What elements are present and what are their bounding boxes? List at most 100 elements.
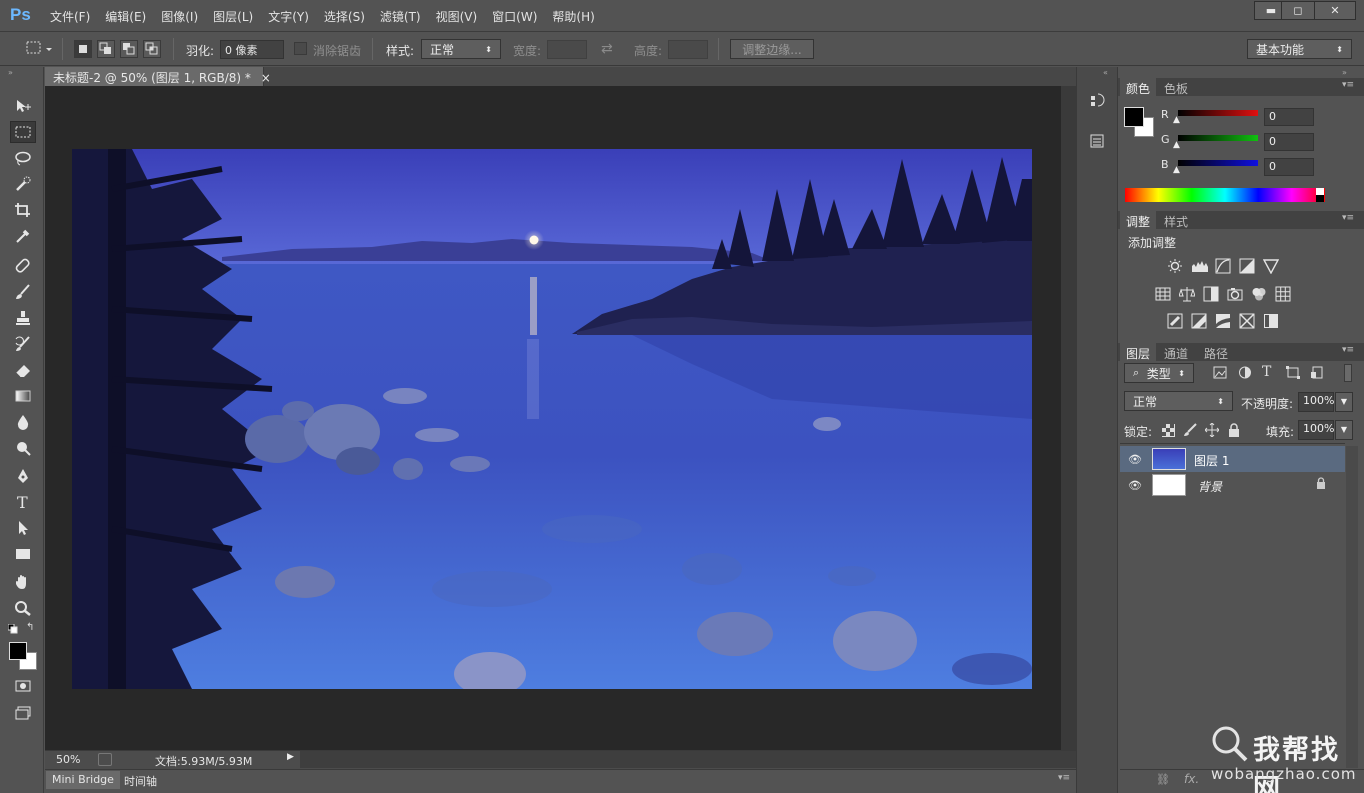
menu-edit[interactable]: 编辑(E) — [105, 8, 146, 25]
lock-transparent-icon[interactable] — [1162, 424, 1175, 437]
tab-channels[interactable]: 通道 — [1158, 343, 1194, 361]
screen-mode-icon[interactable] — [10, 702, 36, 724]
collapse-icon[interactable]: « — [1103, 68, 1108, 77]
quick-mask-icon[interactable] — [10, 675, 36, 697]
collapse-icon[interactable]: » — [8, 68, 13, 77]
horizontal-scrollbar[interactable] — [300, 751, 1076, 768]
maximize-button[interactable]: ◻ — [1281, 1, 1315, 20]
selective-color-icon[interactable] — [1263, 313, 1279, 329]
visibility-eye-icon[interactable]: 👁 — [1128, 479, 1142, 492]
blue-value-input[interactable]: 0 — [1264, 158, 1314, 176]
slider-thumb-icon[interactable]: ▲ — [1173, 165, 1180, 175]
menu-file[interactable]: 文件(F) — [50, 8, 90, 25]
filter-adjustment-icon[interactable] — [1238, 366, 1252, 379]
path-selection-tool-icon[interactable] — [10, 517, 36, 539]
black-swatch[interactable] — [1316, 195, 1324, 202]
width-input[interactable] — [547, 40, 587, 59]
vibrance-icon[interactable] — [1263, 258, 1279, 274]
filter-type-icon[interactable]: T — [1262, 364, 1271, 380]
new-selection-icon[interactable] — [74, 40, 92, 58]
visibility-eye-icon[interactable]: 👁 — [1128, 453, 1142, 466]
dodge-tool-icon[interactable] — [10, 437, 36, 459]
filter-smart-object-icon[interactable] — [1310, 366, 1324, 379]
invert-icon[interactable] — [1167, 313, 1183, 329]
history-panel-icon[interactable] — [1088, 92, 1108, 110]
panel-menu-icon[interactable]: ▾≡ — [1342, 80, 1354, 90]
panel-menu-icon[interactable]: ▾≡ — [1342, 213, 1354, 223]
rectangle-tool-icon[interactable] — [10, 543, 36, 565]
marquee-preset-icon[interactable] — [26, 40, 54, 56]
fill-input[interactable]: 100% — [1298, 420, 1334, 440]
workspace-dropdown[interactable]: 基本功能 ⬍ — [1247, 39, 1352, 59]
default-colors-icon[interactable] — [8, 624, 18, 634]
crop-tool-icon[interactable] — [10, 199, 36, 221]
filter-shape-icon[interactable] — [1286, 366, 1300, 379]
gradient-map-icon[interactable] — [1239, 313, 1255, 329]
height-input[interactable] — [668, 40, 708, 59]
menu-layer[interactable]: 图层(L) — [213, 8, 253, 25]
color-spectrum-ramp[interactable] — [1125, 188, 1325, 202]
tab-styles[interactable]: 样式 — [1158, 211, 1194, 229]
feather-input[interactable]: 0 像素 — [220, 40, 284, 59]
link-layers-icon[interactable]: ⛓ — [1156, 773, 1170, 786]
quick-selection-tool-icon[interactable] — [10, 173, 36, 195]
slider-thumb-icon[interactable]: ▲ — [1173, 140, 1180, 150]
clone-stamp-tool-icon[interactable] — [10, 307, 36, 329]
panel-menu-icon[interactable]: ▾≡ — [1058, 773, 1070, 783]
lock-pixels-icon[interactable] — [1183, 423, 1197, 437]
layer-row-background[interactable]: 👁 背景 — [1120, 472, 1345, 498]
red-slider[interactable] — [1178, 110, 1258, 116]
curves-icon[interactable] — [1215, 258, 1231, 274]
tab-adjustments[interactable]: 调整 — [1120, 211, 1157, 229]
document-tab[interactable]: 未标题-2 @ 50% (图层 1, RGB/8) * × — [45, 67, 271, 86]
pen-tool-icon[interactable] — [10, 465, 36, 487]
collapse-icon[interactable]: » — [1342, 68, 1347, 77]
blue-slider[interactable] — [1178, 160, 1258, 166]
close-button[interactable]: ✕ — [1314, 1, 1356, 20]
add-to-selection-icon[interactable] — [97, 40, 115, 58]
foreground-color-swatch[interactable] — [9, 642, 27, 660]
healing-brush-tool-icon[interactable] — [10, 255, 36, 277]
layer-style-icon[interactable]: fx. — [1184, 772, 1199, 786]
intersect-selection-icon[interactable] — [143, 40, 161, 58]
photoshop-logo[interactable]: Ps — [10, 5, 31, 25]
levels-icon[interactable] — [1191, 258, 1209, 274]
eyedropper-tool-icon[interactable] — [10, 225, 36, 247]
refine-edge-button[interactable]: 调整边缘... — [730, 39, 814, 59]
white-swatch[interactable] — [1316, 188, 1324, 195]
opacity-input[interactable]: 100% — [1298, 392, 1334, 412]
posterize-icon[interactable] — [1191, 313, 1207, 329]
blur-tool-icon[interactable] — [10, 411, 36, 433]
hand-tool-icon[interactable] — [10, 571, 36, 593]
opacity-chevron-icon[interactable]: ▼ — [1335, 392, 1353, 412]
canvas-image[interactable] — [72, 149, 1032, 689]
black-white-icon[interactable] — [1203, 286, 1219, 302]
green-value-input[interactable]: 0 — [1264, 133, 1314, 151]
gradient-tool-icon[interactable] — [10, 385, 36, 407]
red-value-input[interactable]: 0 — [1264, 108, 1314, 126]
style-dropdown[interactable]: 正常 ⬍ — [421, 39, 501, 59]
tab-swatches[interactable]: 色板 — [1158, 78, 1194, 96]
lasso-tool-icon[interactable] — [10, 147, 36, 169]
foreground-color-swatch[interactable] — [1124, 107, 1144, 127]
filter-toggle[interactable] — [1344, 364, 1352, 382]
menu-select[interactable]: 选择(S) — [324, 8, 365, 25]
menu-filter[interactable]: 滤镜(T) — [380, 8, 421, 25]
antialias-checkbox[interactable] — [294, 42, 307, 55]
layers-scrollbar[interactable] — [1346, 446, 1358, 768]
menu-image[interactable]: 图像(I) — [161, 8, 198, 25]
threshold-icon[interactable] — [1215, 313, 1231, 329]
properties-panel-icon[interactable] — [1088, 132, 1108, 150]
layer-filter-dropdown[interactable]: ⌕ 类型 ⬍ — [1124, 363, 1194, 383]
slider-thumb-icon[interactable]: ▲ — [1173, 115, 1180, 125]
type-tool-icon[interactable]: T — [10, 491, 36, 513]
layer-row-layer-1[interactable]: 👁 图层 1 — [1120, 446, 1345, 472]
tab-timeline[interactable]: 时间轴 — [118, 771, 163, 789]
zoom-level[interactable]: 50% — [56, 753, 80, 766]
move-tool-icon[interactable] — [10, 95, 36, 117]
fill-chevron-icon[interactable]: ▼ — [1335, 420, 1353, 440]
exposure-icon[interactable] — [1239, 258, 1255, 274]
filter-pixel-icon[interactable] — [1213, 366, 1227, 379]
status-menu-arrow-icon[interactable]: ▶ — [287, 752, 299, 767]
layer-name[interactable]: 背景 — [1198, 478, 1222, 495]
